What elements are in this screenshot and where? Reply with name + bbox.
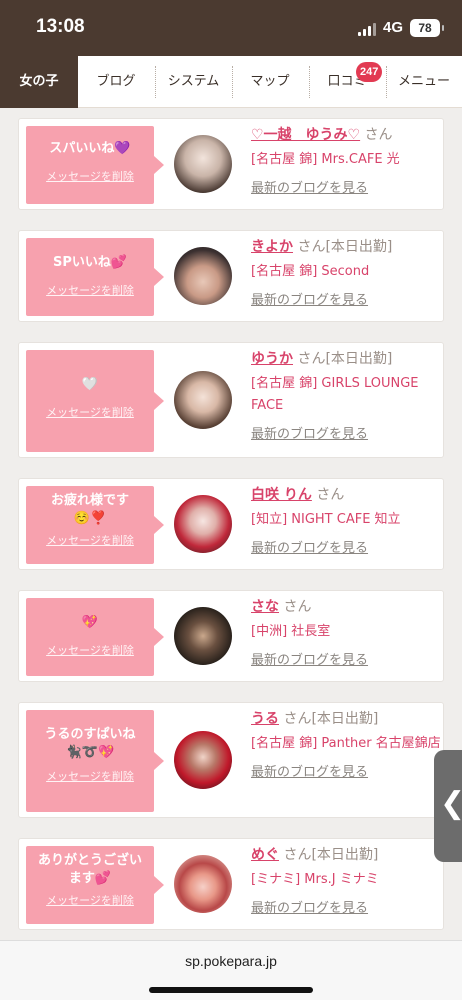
chevron-left-icon: ❮	[440, 786, 462, 821]
shop-name: [ミナミ] Mrs.J ミナミ	[251, 872, 379, 887]
delete-message-link[interactable]: メッセージを削除	[26, 642, 154, 658]
battery-level: 78	[418, 21, 432, 35]
battery-icon: 78	[410, 19, 444, 37]
work-status: [本日出勤]	[311, 847, 379, 863]
like-card: ありがとうございます💕 メッセージを削除 めぐ さん[本日出勤] [ミナミ] M…	[18, 838, 444, 930]
like-card: うるのすぱいね🐈‍⬛➰💖 メッセージを削除 うる さん[本日出勤] [名古屋 錦…	[18, 702, 444, 818]
tab-menu[interactable]: メニュー	[386, 56, 462, 108]
delete-message-link[interactable]: メッセージを削除	[26, 282, 154, 298]
likes-list: スパいいね💜 メッセージを削除 ♡一越 ゆうみ♡ さん [名古屋 錦] Mrs.…	[0, 108, 462, 940]
home-indicator	[149, 987, 313, 993]
status-bar: 13:08 4G 78	[0, 0, 462, 56]
message-bubble: 💖 メッセージを削除	[26, 598, 164, 676]
latest-blog-link[interactable]: 最新のブログを見る	[251, 761, 443, 780]
girl-info: うる さん[本日出勤] [名古屋 錦] Panther 名古屋錦店 最新のブログ…	[251, 709, 443, 780]
honorific: さん	[316, 487, 345, 503]
latest-blog-link[interactable]: 最新のブログを見る	[251, 649, 443, 668]
honorific: さん	[364, 127, 393, 143]
girl-name-link[interactable]: ♡一越 ゆうみ♡	[251, 127, 360, 143]
main-nav: 女の子 ブログ システム マップ 口コミ メニュー	[0, 56, 462, 108]
girl-name-link[interactable]: さな	[251, 599, 279, 615]
tab-system[interactable]: システム	[155, 56, 232, 108]
avatar[interactable]	[174, 495, 232, 553]
shop-name: [名古屋 錦] Mrs.CAFE 光	[251, 152, 400, 167]
status-time: 13:08	[36, 16, 85, 37]
message-bubble: 🤍 メッセージを削除	[26, 350, 164, 452]
message-text: 💖	[81, 615, 99, 630]
shop-name: [中洲] 社長室	[251, 624, 331, 639]
girl-name-link[interactable]: きよか	[251, 239, 293, 255]
girl-info: ゆうか さん[本日出勤] [名古屋 錦] GIRLS LOUNGE FACE 最…	[251, 349, 443, 442]
latest-blog-link[interactable]: 最新のブログを見る	[251, 537, 443, 556]
like-card: SPいいね💕 メッセージを削除 きよか さん[本日出勤] [名古屋 錦] Sec…	[18, 230, 444, 322]
girl-name-link[interactable]: ゆうか	[251, 351, 293, 367]
honorific: さん	[283, 599, 312, 615]
tab-girls[interactable]: 女の子	[0, 56, 78, 108]
message-text: 🤍	[81, 377, 99, 392]
girl-name-link[interactable]: うる	[251, 711, 279, 727]
avatar[interactable]	[174, 247, 232, 305]
girl-info: ♡一越 ゆうみ♡ さん [名古屋 錦] Mrs.CAFE 光 最新のブログを見る	[251, 125, 443, 196]
avatar[interactable]	[174, 731, 232, 789]
message-text: SPいいね💕	[52, 255, 128, 270]
message-text: ありがとうございます💕	[37, 853, 142, 886]
latest-blog-link[interactable]: 最新のブログを見る	[251, 897, 443, 916]
tab-blog[interactable]: ブログ	[78, 56, 154, 108]
message-bubble: SPいいね💕 メッセージを削除	[26, 238, 164, 316]
avatar[interactable]	[174, 371, 232, 429]
delete-message-link[interactable]: メッセージを削除	[26, 768, 154, 784]
honorific: さん	[297, 239, 326, 255]
reviews-count-badge: 247	[356, 62, 383, 82]
like-card: お疲れ様です☺️❣️ メッセージを削除 白咲 りん さん [知立] NIGHT …	[18, 478, 444, 570]
honorific: さん	[283, 847, 312, 863]
like-card: 💖 メッセージを削除 さな さん [中洲] 社長室 最新のブログを見る	[18, 590, 444, 682]
latest-blog-link[interactable]: 最新のブログを見る	[251, 177, 443, 196]
girl-name-link[interactable]: 白咲 りん	[251, 487, 312, 503]
girl-name-link[interactable]: めぐ	[251, 847, 279, 863]
message-bubble: うるのすぱいね🐈‍⬛➰💖 メッセージを削除	[26, 710, 164, 812]
tab-map[interactable]: マップ	[232, 56, 308, 108]
girl-info: さな さん [中洲] 社長室 最新のブログを見る	[251, 597, 443, 668]
work-status: [本日出勤]	[311, 711, 379, 727]
honorific: さん	[297, 351, 326, 367]
message-bubble: スパいいね💜 メッセージを削除	[26, 126, 164, 204]
signal-icon	[358, 22, 378, 36]
shop-name: [名古屋 錦] GIRLS LOUNGE FACE	[251, 376, 419, 413]
delete-message-link[interactable]: メッセージを削除	[26, 168, 154, 184]
girl-info: きよか さん[本日出勤] [名古屋 錦] Second 最新のブログを見る	[251, 237, 443, 308]
girl-info: めぐ さん[本日出勤] [ミナミ] Mrs.J ミナミ 最新のブログを見る	[251, 845, 443, 916]
work-status: [本日出勤]	[325, 351, 393, 367]
delete-message-link[interactable]: メッセージを削除	[26, 404, 154, 420]
shop-name: [知立] NIGHT CAFE 知立	[251, 512, 401, 527]
honorific: さん	[283, 711, 312, 727]
url-text: sp.pokepara.jp	[185, 953, 277, 969]
message-text: お疲れ様です☺️❣️	[50, 493, 129, 526]
work-status: [本日出勤]	[325, 239, 393, 255]
side-drawer-tab[interactable]: ❮	[434, 750, 462, 862]
avatar[interactable]	[174, 855, 232, 913]
message-text: うるのすぱいね🐈‍⬛➰💖	[44, 727, 136, 760]
message-bubble: ありがとうございます💕 メッセージを削除	[26, 846, 164, 924]
shop-name: [名古屋 錦] Panther 名古屋錦店	[251, 736, 441, 751]
message-bubble: お疲れ様です☺️❣️ メッセージを削除	[26, 486, 164, 564]
girl-info: 白咲 りん さん [知立] NIGHT CAFE 知立 最新のブログを見る	[251, 485, 443, 556]
network-label: 4G	[383, 19, 404, 36]
like-card: スパいいね💜 メッセージを削除 ♡一越 ゆうみ♡ さん [名古屋 錦] Mrs.…	[18, 118, 444, 210]
delete-message-link[interactable]: メッセージを削除	[26, 532, 154, 548]
message-text: スパいいね💜	[49, 141, 131, 156]
shop-name: [名古屋 錦] Second	[251, 264, 370, 279]
latest-blog-link[interactable]: 最新のブログを見る	[251, 423, 443, 442]
latest-blog-link[interactable]: 最新のブログを見る	[251, 289, 443, 308]
delete-message-link[interactable]: メッセージを削除	[26, 892, 154, 908]
avatar[interactable]	[174, 135, 232, 193]
browser-url-bar[interactable]: sp.pokepara.jp	[0, 940, 462, 1000]
avatar[interactable]	[174, 607, 232, 665]
like-card: 🤍 メッセージを削除 ゆうか さん[本日出勤] [名古屋 錦] GIRLS LO…	[18, 342, 444, 458]
